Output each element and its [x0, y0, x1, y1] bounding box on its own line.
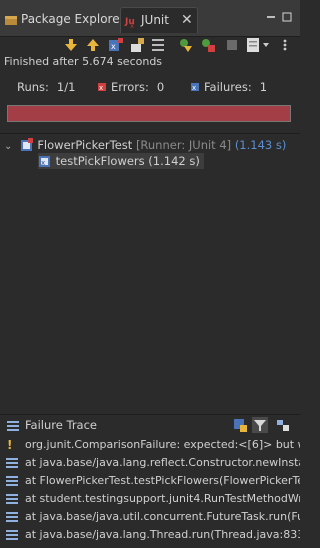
stack-frame-icon — [6, 530, 18, 540]
tab-junit[interactable]: Ju x JUnit ✕ — [120, 7, 198, 33]
svg-text:x: x — [111, 42, 116, 51]
trace-line-text: at java.base/java.lang.reflect.Construct… — [25, 456, 300, 469]
view-menu-icon[interactable] — [280, 37, 290, 53]
failure-trace-header: Failure Trace — [0, 414, 300, 437]
close-tab-button[interactable]: ✕ — [181, 8, 193, 33]
trace-line[interactable]: at java.base/java.lang.reflect.Construct… — [0, 454, 300, 472]
next-failure-icon[interactable] — [63, 37, 79, 53]
suite-runner: [Runner: JUnit 4] — [135, 138, 232, 152]
svg-text:x: x — [41, 159, 45, 167]
test-name: testPickFlowers (1.142 s) — [55, 154, 200, 168]
trace-icon — [7, 421, 19, 431]
copy-trace-icon[interactable] — [276, 418, 290, 432]
history-icon[interactable] — [246, 37, 262, 53]
stack-frame-icon — [6, 476, 18, 486]
stop-icon[interactable] — [224, 37, 240, 53]
stack-frame-icon — [6, 458, 18, 468]
filter-icon[interactable] — [252, 417, 268, 433]
trace-line[interactable]: ! org.junit.ComparisonFailure: expected:… — [0, 436, 300, 454]
runs-counter: Runs: 1/1 — [17, 80, 75, 94]
minimize-icon[interactable] — [266, 12, 276, 22]
trace-line-text: at java.base/java.lang.Thread.run(Thread… — [25, 528, 300, 541]
test-progress-fill — [8, 106, 290, 121]
trace-line[interactable]: at java.base/java.util.concurrent.Future… — [0, 508, 300, 526]
failure-trace-list[interactable]: ! org.junit.ComparisonFailure: expected:… — [0, 436, 300, 548]
chevron-down-icon[interactable]: ⌄ — [4, 139, 16, 155]
test-counters: Runs: 1/1 x Errors: 0 x Failures: 1 — [0, 80, 300, 96]
tab-package-explorer[interactable]: Package Explorer — [0, 8, 125, 30]
failure-icon: x — [191, 83, 199, 92]
failures-counter: x Failures: 1 — [190, 80, 267, 94]
previous-failure-icon[interactable] — [85, 37, 101, 53]
test-tree[interactable]: ⌄ FlowerPickerTest [Runner: JUnit 4] (1.… — [0, 133, 300, 414]
trace-line-text: at java.base/java.util.concurrent.Future… — [25, 510, 300, 523]
compare-result-icon[interactable] — [233, 418, 247, 432]
tab-package-explorer-label: Package Explorer — [21, 12, 125, 26]
run-status-text: Finished after 5.674 seconds — [4, 55, 163, 68]
junit-icon: Ju x — [124, 17, 135, 28]
suite-name: FlowerPickerTest — [37, 138, 133, 152]
trace-line-text: at student.testingsupport.junit4.RunTest… — [25, 492, 300, 505]
stack-frame-icon — [6, 494, 18, 504]
svg-text:x: x — [99, 84, 103, 92]
test-icon: x — [39, 156, 50, 167]
failures-value: 1 — [259, 80, 268, 94]
runs-label: Runs: — [17, 80, 49, 94]
svg-text:x: x — [130, 22, 134, 28]
test-progress-bar — [7, 105, 291, 122]
exception-icon: ! — [7, 438, 13, 452]
suite-time: (1.143 s) — [234, 138, 287, 152]
suite-icon — [20, 138, 33, 151]
trace-line[interactable]: at FlowerPickerTest.testPickFlowers(Flow… — [0, 472, 300, 490]
scroll-lock-icon[interactable] — [129, 37, 145, 53]
rerun-icon[interactable] — [178, 37, 194, 53]
errors-value: 0 — [156, 80, 165, 94]
tree-row-test[interactable]: x testPickFlowers (1.142 s) — [38, 153, 204, 169]
tab-junit-label: JUnit — [141, 13, 169, 27]
svg-text:x: x — [192, 84, 196, 92]
package-icon — [5, 15, 17, 25]
failures-label: Failures: — [204, 80, 252, 94]
stack-frame-icon — [6, 512, 18, 522]
history-list-icon[interactable] — [151, 37, 167, 53]
failure-trace-title: Failure Trace — [25, 418, 97, 432]
history-dropdown-icon[interactable] — [262, 37, 270, 53]
maximize-icon[interactable] — [282, 12, 292, 22]
trace-line-text: at FlowerPickerTest.testPickFlowers(Flow… — [25, 474, 300, 487]
tree-row-suite[interactable]: ⌄ FlowerPickerTest [Runner: JUnit 4] (1.… — [4, 137, 286, 153]
errors-label: Errors: — [111, 80, 149, 94]
trace-line[interactable]: at student.testingsupport.junit4.RunTest… — [0, 490, 300, 508]
errors-counter: x Errors: 0 — [97, 80, 164, 94]
rerun-failed-first-icon[interactable] — [200, 37, 216, 53]
trace-line[interactable]: at java.base/java.lang.Thread.run(Thread… — [0, 526, 300, 544]
failures-only-icon[interactable]: x — [108, 37, 124, 53]
trace-line-text: org.junit.ComparisonFailure: expected:<[… — [25, 438, 300, 451]
runs-value: 1/1 — [56, 80, 76, 94]
junit-toolbar: x — [0, 36, 300, 54]
view-tab-bar: Package Explorer Ju x JUnit ✕ — [0, 0, 300, 37]
error-icon: x — [98, 83, 106, 92]
